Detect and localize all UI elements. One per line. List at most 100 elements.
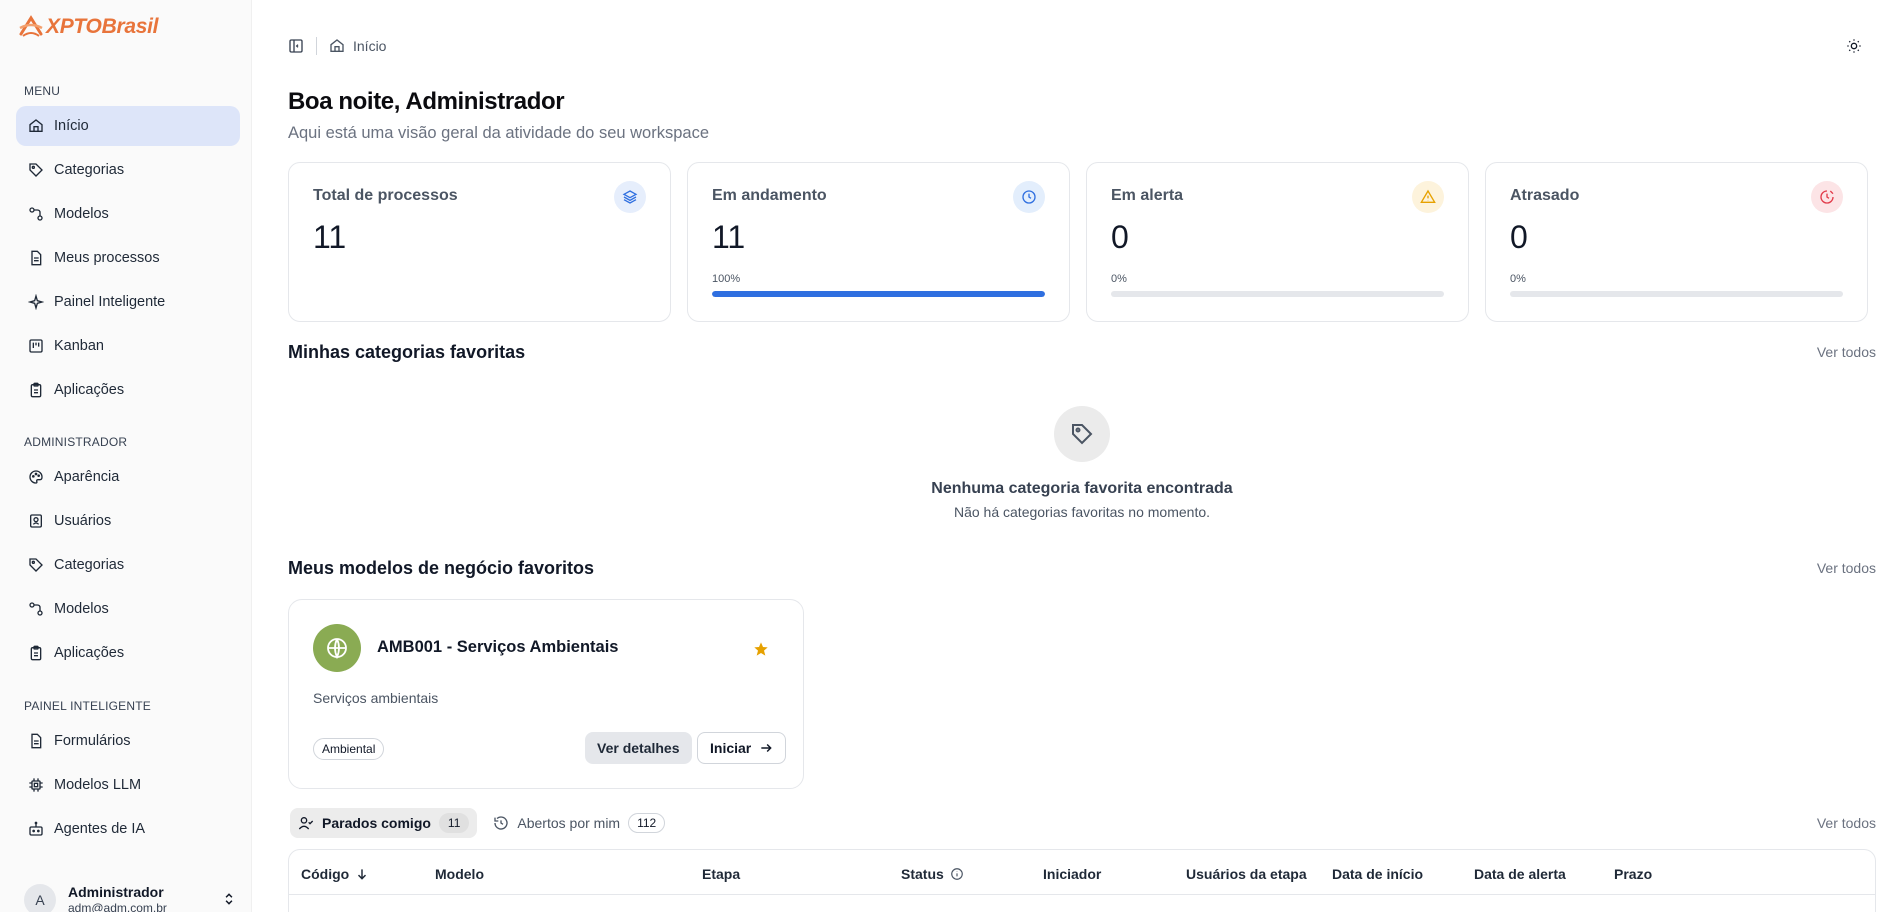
progress-percent: 100%: [712, 273, 741, 285]
column-header-label: Data de alerta: [1474, 866, 1566, 882]
start-button[interactable]: Iniciar: [697, 732, 787, 764]
stat-card-em-andamento: Em andamento 11 100%: [687, 162, 1070, 322]
sidebar-item-painel-inteligente[interactable]: Painel Inteligente: [16, 282, 240, 322]
sidebar-item-inicio[interactable]: Início: [16, 106, 240, 146]
column-header-prazo[interactable]: Prazo: [1614, 866, 1652, 882]
history-icon: [494, 816, 509, 830]
stat-label: Total de processos: [313, 187, 458, 204]
view-details-button[interactable]: Ver detalhes: [585, 732, 692, 764]
sidebar-item-label: Aplicações: [54, 382, 125, 398]
tag-icon: [1072, 424, 1093, 445]
column-header-label: Status: [901, 866, 944, 882]
user-name: Administrador: [68, 884, 164, 900]
sidebar-item-label: Aplicações: [54, 645, 125, 661]
stat-card-em-alerta: Em alerta 0 0%: [1086, 162, 1469, 322]
model-tag: Ambiental: [313, 738, 385, 760]
tag-icon: [29, 163, 43, 177]
alert-triangle-icon: [1420, 189, 1436, 203]
sidebar-item-label: Usuários: [54, 513, 112, 529]
star-icon[interactable]: [753, 641, 769, 657]
tag-icon: [29, 558, 43, 572]
tab-abertos-por-mim[interactable]: Abertos por mim 112: [485, 808, 673, 838]
sidebar-item-agentes-ia[interactable]: Agentes de IA: [16, 809, 240, 849]
tab-label: Abertos por mim: [517, 815, 621, 831]
arrow-down-icon: [358, 869, 367, 880]
user-menu[interactable]: A Administrador adm@adm.com.br: [24, 880, 236, 912]
clipboard-icon: [30, 645, 42, 661]
column-header-etapa[interactable]: Etapa: [702, 866, 740, 882]
tab-count-badge: 112: [628, 813, 666, 833]
home-icon: [29, 119, 43, 132]
page-subtitle: Aqui está uma visão geral da atividade d…: [288, 124, 709, 142]
sidebar-item-modelos[interactable]: Modelos: [16, 194, 240, 234]
sidebar-item-admin-categorias[interactable]: Categorias: [16, 545, 240, 585]
column-header-label: Etapa: [702, 866, 741, 882]
progress-bar: [712, 291, 1045, 297]
user-badge-icon: [30, 514, 42, 528]
sidebar-item-categorias[interactable]: Categorias: [16, 150, 240, 190]
column-header-label: Código: [301, 866, 350, 882]
topbar-divider: [316, 37, 317, 55]
bot-icon: [29, 821, 43, 836]
empty-state-icon-wrap: [1054, 406, 1110, 462]
sidebar-item-label: Categorias: [54, 162, 125, 178]
sidebar-item-admin-aplicacoes[interactable]: Aplicações: [16, 633, 240, 673]
sidebar-item-modelos-llm[interactable]: Modelos LLM: [16, 765, 240, 805]
clock-alert-icon: [1820, 190, 1834, 204]
theme-toggle-button[interactable]: [1844, 36, 1864, 56]
empty-state-subtitle: Não há categorias favoritas no momento.: [953, 504, 1211, 520]
column-header-label: Modelo: [435, 866, 484, 882]
favorite-models-title: Meus modelos de negócio favoritos: [288, 558, 595, 578]
clipboard-icon: [30, 382, 42, 398]
breadcrumb[interactable]: Início: [329, 38, 386, 54]
model-description: Serviços ambientais: [313, 690, 439, 706]
column-header-usuarios-etapa[interactable]: Usuários da etapa: [1186, 866, 1307, 882]
column-header-data-inicio[interactable]: Data de início: [1332, 866, 1423, 882]
sparkles-icon: [28, 294, 44, 310]
brand-name: XPTOBrasil: [46, 15, 159, 38]
sidebar-item-kanban[interactable]: Kanban: [16, 326, 240, 366]
favorite-models-see-all-link[interactable]: Ver todos: [1817, 560, 1876, 576]
stat-card-total: Total de processos 11: [288, 162, 671, 322]
stat-label: Atrasado: [1510, 187, 1580, 204]
progress-bar: [1111, 291, 1444, 297]
model-card[interactable]: AMB001 - Serviços Ambientais Serviços am…: [288, 599, 804, 789]
clock-icon: [1022, 190, 1036, 204]
tab-count-badge: 11: [438, 813, 470, 833]
file-text-icon: [31, 733, 42, 749]
processes-table: Código Modelo Etapa Status Iniciador Usu…: [288, 849, 1876, 912]
processes-see-all-link[interactable]: Ver todos: [1817, 815, 1876, 831]
sidebar-item-formularios[interactable]: Formulários: [16, 721, 240, 761]
stat-label: Em andamento: [712, 187, 827, 204]
column-header-label: Usuários da etapa: [1186, 866, 1307, 882]
tab-parados-comigo[interactable]: Parados comigo 11: [290, 808, 478, 838]
sidebar-item-label: Painel Inteligente: [54, 294, 166, 310]
stat-value: 0: [1510, 219, 1528, 255]
stat-card-atrasado: Atrasado 0 0%: [1485, 162, 1868, 322]
sidebar-toggle-icon[interactable]: [288, 38, 304, 54]
smart-section-label: PAINEL INTELIGENTE: [24, 699, 151, 713]
sidebar-item-aplicacoes[interactable]: Aplicações: [16, 370, 240, 410]
column-header-modelo[interactable]: Modelo: [435, 866, 484, 882]
column-header-data-alerta[interactable]: Data de alerta: [1474, 866, 1566, 882]
sidebar-item-label: Meus processos: [54, 250, 160, 266]
column-header-codigo[interactable]: Código: [301, 866, 369, 882]
sidebar-item-label: Categorias: [54, 557, 125, 573]
brand-logo[interactable]: XPTOBrasil: [18, 14, 158, 40]
sidebar-item-usuarios[interactable]: Usuários: [16, 501, 240, 541]
admin-section-label: ADMINISTRADOR: [24, 435, 128, 449]
column-header-status[interactable]: Status: [901, 866, 964, 882]
favorite-categories-see-all-link[interactable]: Ver todos: [1817, 344, 1876, 360]
main-content: Início Boa noite, Administrador Aqui est…: [252, 0, 1898, 912]
user-check-icon: [298, 817, 314, 830]
progress-fill: [712, 291, 1045, 297]
sidebar-item-aparencia[interactable]: Aparência: [16, 457, 240, 497]
stat-icon-wrap: [1412, 181, 1444, 213]
progress-percent: 0%: [1510, 273, 1526, 285]
sidebar-item-admin-modelos[interactable]: Modelos: [16, 589, 240, 629]
column-header-iniciador[interactable]: Iniciador: [1043, 866, 1101, 882]
sidebar-item-meus-processos[interactable]: Meus processos: [16, 238, 240, 278]
chevrons-up-down-icon: [225, 893, 233, 905]
sidebar-item-label: Formulários: [54, 733, 131, 749]
kanban-icon: [29, 339, 43, 353]
